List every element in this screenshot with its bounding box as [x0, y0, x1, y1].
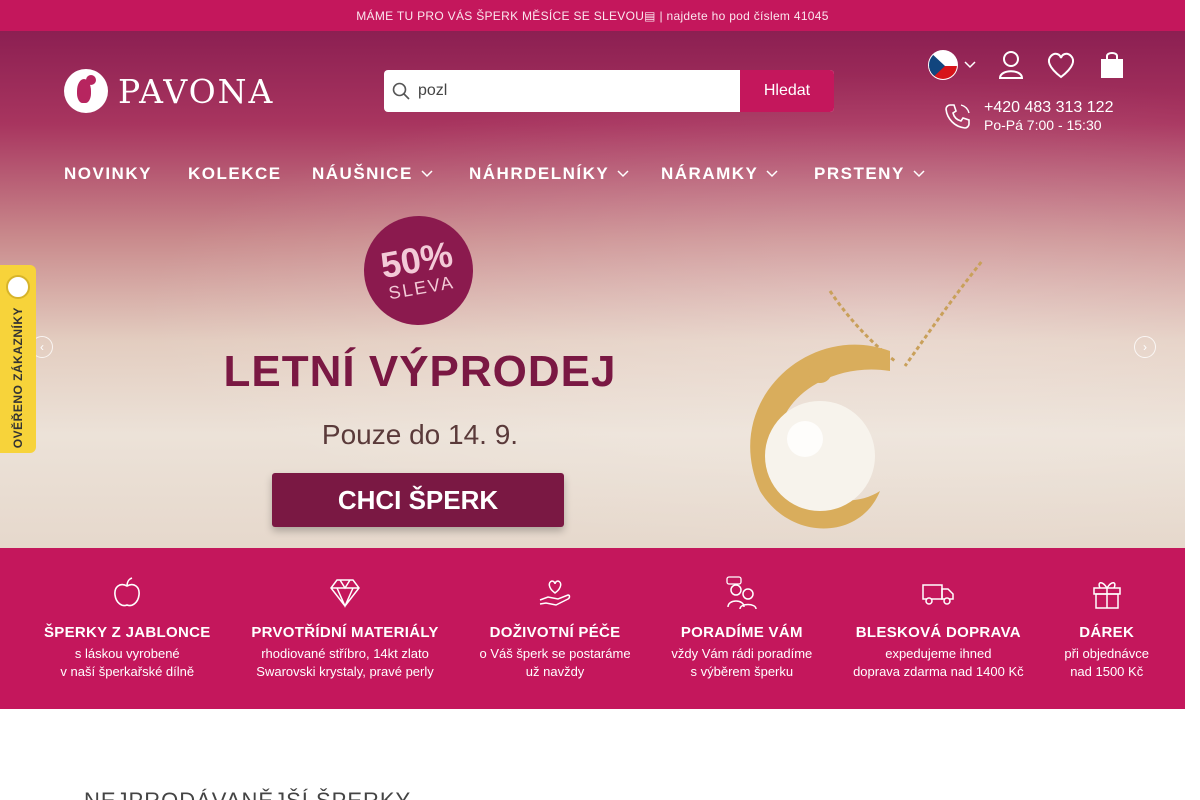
search-button[interactable]: Hledat: [740, 70, 834, 112]
nav-item-prsteny[interactable]: PRSTENY: [814, 164, 944, 184]
chevron-down-icon: [964, 61, 976, 69]
verified-label: OVĚŘENO ZÁKAZNÍKY: [11, 307, 25, 449]
feature-text: vždy Vám rádi poradíme s výběrem šperku: [671, 646, 813, 679]
nav-item-nahrdelniky[interactable]: NÁHRDELNÍKY: [469, 164, 661, 184]
next-slide-button[interactable]: ›: [1134, 336, 1156, 358]
shopping-bag-icon[interactable]: [1098, 50, 1126, 80]
chevron-down-icon: [421, 170, 433, 178]
search-icon: [384, 70, 418, 112]
promo-bar[interactable]: MÁME TU PRO VÁS ŠPERK MĚSÍCE SE SLEVOU▤ …: [0, 0, 1185, 31]
czech-flag-icon: [928, 50, 958, 80]
pendant-image: [750, 261, 984, 529]
chevron-down-icon: [913, 170, 925, 178]
heart-icon[interactable]: [1046, 51, 1076, 79]
chevron-down-icon: [617, 170, 629, 178]
feature-materials: PRVOTŘÍDNÍ MATERIÁLY rhodiované stříbro,…: [251, 548, 438, 709]
peacock-logo-icon: [64, 69, 108, 113]
nav-item-nausnice[interactable]: NÁUŠNICE: [312, 164, 469, 184]
feature-title: PORADÍME VÁM: [680, 624, 803, 641]
truck-icon: [922, 584, 955, 605]
nav-item-naramky[interactable]: NÁRAMKY: [661, 164, 814, 184]
feature-text: s láskou vyrobené v naší šperkařské dílně: [60, 646, 195, 679]
advisor-icon: [726, 576, 757, 610]
phone-contact[interactable]: +420 483 313 122 Po-Pá 7:00 - 15:30: [944, 99, 1113, 133]
chevron-left-icon: ‹: [40, 340, 44, 354]
sale-badge: 50% SLEVA: [355, 207, 482, 334]
search-input[interactable]: [418, 71, 740, 111]
banner-title: LETNÍ VÝPRODEJ: [223, 347, 617, 396]
apple-icon: [114, 577, 141, 607]
feature-title: BLESKOVÁ DOPRAVA: [855, 624, 1021, 641]
gift-icon: [1092, 582, 1121, 609]
feature-text: o Váš šperk se postaráme už navždy: [479, 646, 631, 679]
nav-label: NÁUŠNICE: [312, 164, 413, 183]
hand-heart-icon: [539, 580, 571, 606]
nav-label: PRSTENY: [814, 164, 905, 183]
nav-label: NÁHRDELNÍKY: [469, 164, 610, 183]
banner-subtitle: Pouze do 14. 9.: [321, 419, 519, 450]
chevron-down-icon: [766, 170, 778, 178]
language-selector[interactable]: [928, 50, 976, 80]
feature-title: ŠPERKY Z JABLONCE: [44, 624, 211, 641]
feature-jablonec: ŠPERKY Z JABLONCE s láskou vyrobené v naš…: [44, 548, 211, 709]
user-icon[interactable]: [998, 50, 1024, 80]
header-actions: [928, 50, 1126, 80]
diamond-icon: [330, 579, 360, 608]
nav-label: NÁRAMKY: [661, 164, 759, 183]
feature-title: DOŽIVOTNÍ PÉČE: [489, 624, 621, 641]
feature-text: expedujeme ihned doprava zdarma nad 1400 …: [853, 646, 1024, 679]
nav-item-kolekce[interactable]: KOLEKCE: [188, 164, 312, 184]
chevron-right-icon: ›: [1143, 340, 1147, 354]
feature-shipping: BLESKOVÁ DOPRAVA expedujeme ihned doprava…: [853, 548, 1024, 709]
nav-item-novinky[interactable]: NOVINKY: [64, 164, 188, 184]
feature-title: PRVOTŘÍDNÍ MATERIÁLY: [251, 624, 439, 641]
phone-hours: Po-Pá 7:00 - 15:30: [984, 117, 1102, 133]
feature-text: rhodiované stříbro, 14kt zlato Swarovski …: [256, 646, 434, 679]
feature-gift: DÁREK při objednávce nad 1500 Kč: [1064, 548, 1149, 709]
nav-label: KOLEKCE: [188, 164, 282, 183]
logo-text: PAVONA: [118, 71, 275, 111]
verified-badge-icon: [6, 275, 30, 299]
cta-button[interactable]: CHCI ŠPERK: [272, 473, 564, 527]
feature-care: DOŽIVOTNÍ PÉČE o Váš šperk se postaráme u…: [480, 548, 631, 709]
search-box: Hledat: [384, 70, 834, 112]
feature-advice: PORADÍME VÁM vždy Vám rádi poradíme s výb…: [671, 548, 812, 709]
promo-text: MÁME TU PRO VÁS ŠPERK MĚSÍCE SE SLEVOU▤ …: [356, 8, 829, 23]
section-title: NEJPRODÁVANĚJŠÍ ŠPERKY: [84, 788, 411, 800]
feature-title: DÁREK: [1079, 624, 1135, 641]
feature-text: při objednávce nad 1500 Kč: [1064, 646, 1149, 679]
main-nav: NOVINKY KOLEKCE NÁUŠNICE NÁHRDELNÍKY NÁR…: [64, 164, 944, 184]
phone-icon: [945, 104, 970, 129]
nav-label: NOVINKY: [64, 164, 152, 183]
verified-customers-tab[interactable]: OVĚŘENO ZÁKAZNÍKY: [0, 265, 36, 453]
site-logo[interactable]: PAVONA: [64, 69, 274, 113]
features-strip: ŠPERKY Z JABLONCE s láskou vyrobené v naš…: [0, 548, 1185, 709]
phone-number[interactable]: +420 483 313 122: [984, 99, 1113, 117]
